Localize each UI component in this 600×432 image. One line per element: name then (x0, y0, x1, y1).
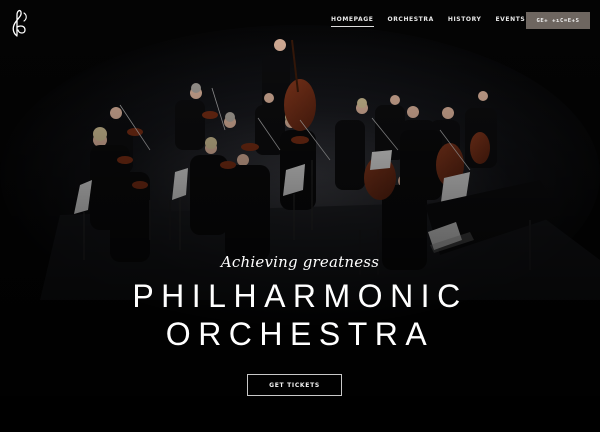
landing-page: HOMEPAGE ORCHESTRA HISTORY EVENTS GE+ +ı… (0, 0, 600, 432)
nav-item-homepage[interactable]: HOMEPAGE (331, 16, 374, 27)
orchestra-photo (0, 0, 600, 432)
hero-title-line2: ORCHESTRA (165, 316, 435, 352)
hero-title-line1: PHILHARMONIC (132, 278, 468, 314)
hero-tagline: Achieving greatness (220, 253, 380, 271)
header-tickets-button[interactable]: GE+ +ıC=E+S (526, 12, 590, 29)
treble-clef-logo-icon[interactable] (9, 9, 31, 39)
get-tickets-button[interactable]: GET TICKETS (247, 374, 342, 396)
nav-item-orchestra[interactable]: ORCHESTRA (388, 16, 434, 27)
nav-item-events[interactable]: EVENTS (495, 16, 525, 27)
nav-item-history[interactable]: HISTORY (448, 16, 482, 27)
main-nav: HOMEPAGE ORCHESTRA HISTORY EVENTS (331, 16, 539, 27)
